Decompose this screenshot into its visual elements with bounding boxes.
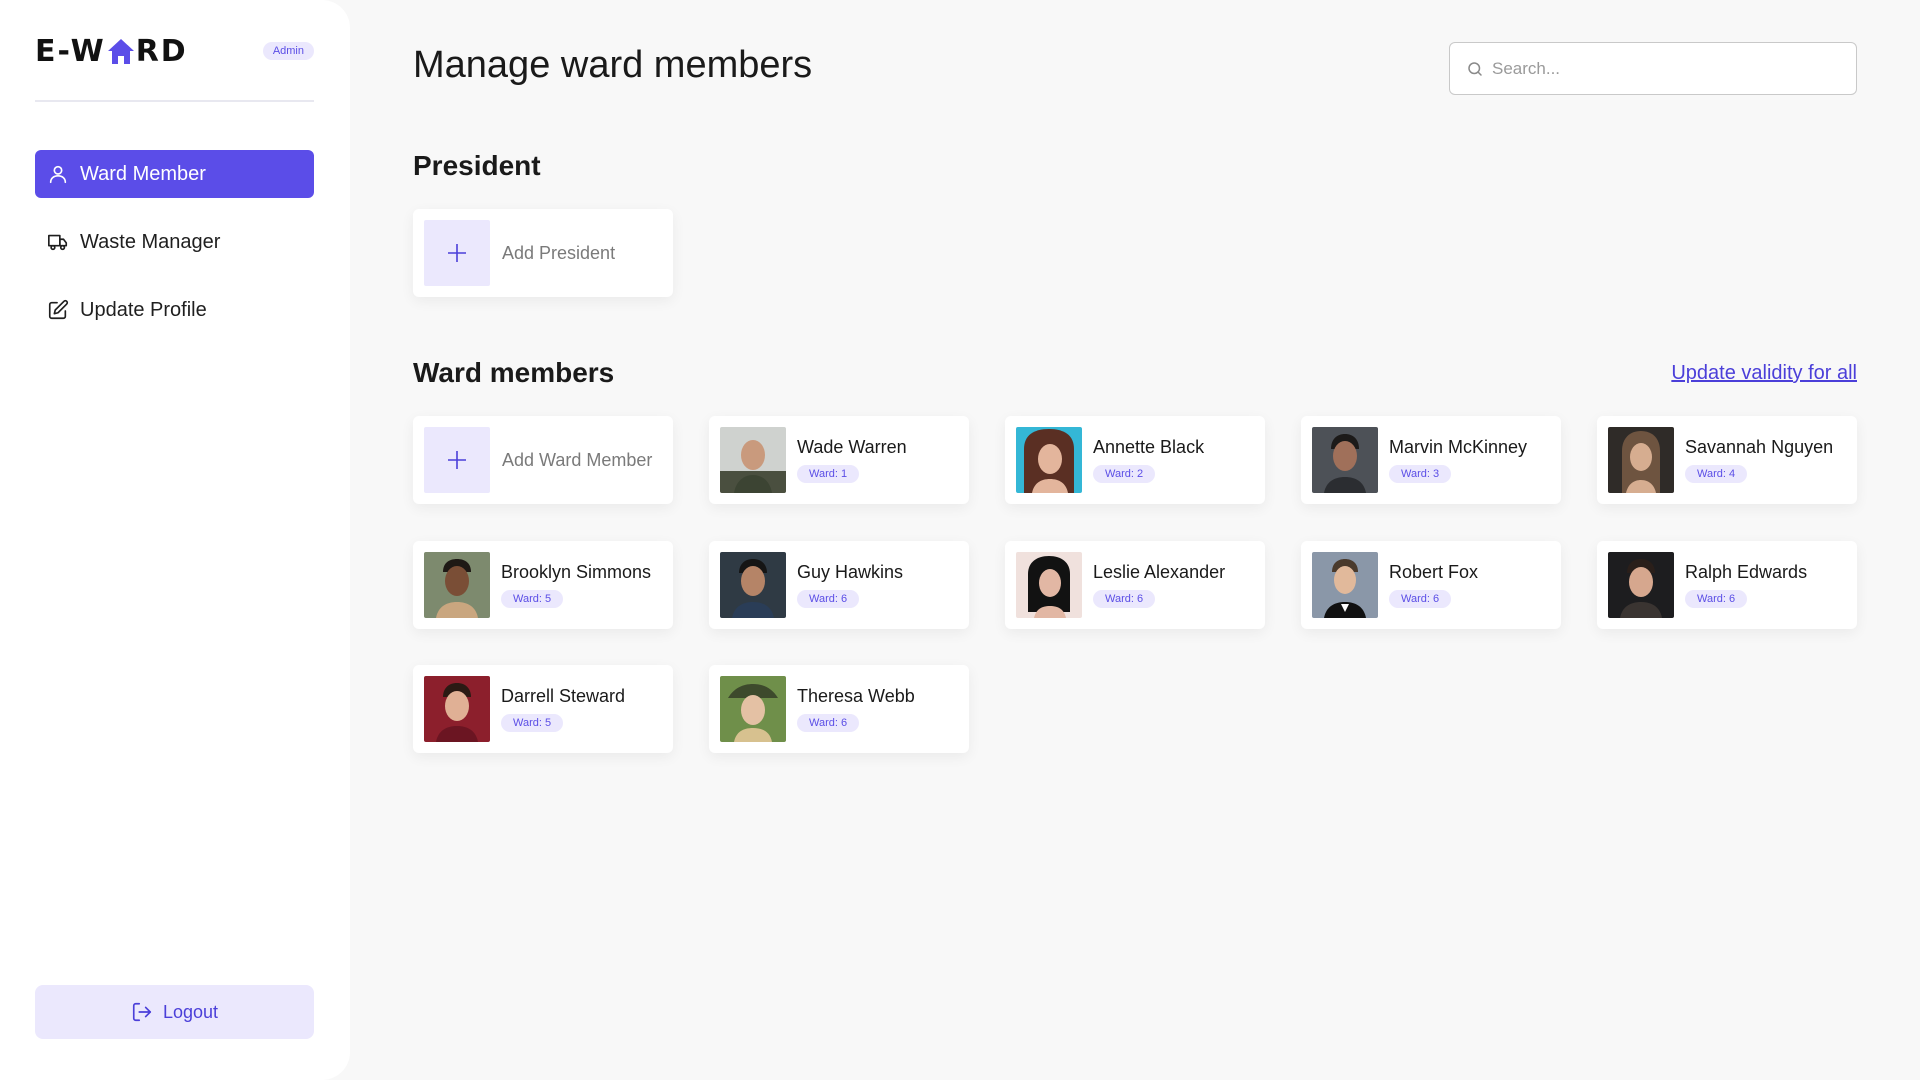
add-president-button[interactable]: Add President <box>413 209 673 297</box>
sidebar-item-waste-manager[interactable]: Waste Manager <box>35 218 314 266</box>
sidebar-nav: Ward Member Waste Manager Update Profile <box>35 150 314 354</box>
member-card[interactable]: Wade Warren Ward: 1 <box>709 416 969 504</box>
avatar <box>720 427 786 493</box>
logo-row: E-W RD Admin <box>35 30 314 72</box>
ward-badge: Ward: 4 <box>1685 465 1748 483</box>
member-card[interactable]: Ralph Edwards Ward: 6 <box>1597 541 1857 629</box>
add-ward-member-button[interactable]: Add Ward Member <box>413 416 673 504</box>
add-ward-member-label: Add Ward Member <box>502 449 653 470</box>
ward-badge: Ward: 2 <box>1093 465 1156 483</box>
member-name: Ralph Edwards <box>1685 562 1808 582</box>
member-name: Leslie Alexander <box>1093 562 1226 582</box>
search-box[interactable] <box>1449 42 1857 95</box>
ward-members-section-title: Ward members <box>413 357 615 388</box>
ward-badge: Ward: 1 <box>797 465 860 483</box>
ward-badge: Ward: 6 <box>1093 590 1156 608</box>
member-name: Marvin McKinney <box>1389 437 1528 457</box>
logo-text-left: E-W <box>35 33 106 69</box>
member-card[interactable]: Brooklyn Simmons Ward: 5 <box>413 541 673 629</box>
avatar <box>720 676 786 742</box>
member-card[interactable]: Darrell Steward Ward: 5 <box>413 665 673 753</box>
sidebar-item-update-profile[interactable]: Update Profile <box>35 286 314 334</box>
ward-badge: Ward: 5 <box>501 590 564 608</box>
avatar <box>720 552 786 618</box>
member-name: Savannah Nguyen <box>1685 437 1834 457</box>
member-name: Brooklyn Simmons <box>501 562 652 582</box>
plus-icon <box>424 220 490 286</box>
member-name: Robert Fox <box>1389 562 1479 582</box>
avatar <box>424 676 490 742</box>
ward-badge: Ward: 6 <box>797 590 860 608</box>
sidebar-item-label: Waste Manager <box>80 230 221 253</box>
sidebar-item-label: Ward Member <box>80 162 206 185</box>
logout-icon <box>131 1001 153 1023</box>
sidebar: E-W RD Admin Ward Member Waste Manager U <box>0 0 350 1080</box>
update-validity-link[interactable]: Update validity for all <box>1671 362 1857 385</box>
logout-button[interactable]: Logout <box>35 985 314 1039</box>
ward-badge: Ward: 6 <box>797 714 860 732</box>
avatar <box>1608 427 1674 493</box>
app-logo[interactable]: E-W RD <box>35 34 188 69</box>
member-card[interactable]: Robert Fox Ward: 6 <box>1301 541 1561 629</box>
avatar <box>1016 552 1082 618</box>
avatar <box>1016 427 1082 493</box>
logout-label: Logout <box>162 1001 219 1022</box>
truck-icon <box>47 231 69 253</box>
president-section-title: President <box>413 150 541 181</box>
user-icon <box>47 163 69 185</box>
avatar <box>1312 427 1378 493</box>
divider <box>35 100 314 102</box>
member-card[interactable]: Marvin McKinney Ward: 3 <box>1301 416 1561 504</box>
member-name: Guy Hawkins <box>797 562 904 582</box>
ward-badge: Ward: 6 <box>1389 590 1452 608</box>
member-card[interactable]: Theresa Webb Ward: 6 <box>709 665 969 753</box>
logo-text-right: RD <box>135 33 188 69</box>
role-badge: Admin <box>262 42 314 60</box>
avatar <box>1312 552 1378 618</box>
member-card[interactable]: Leslie Alexander Ward: 6 <box>1005 541 1265 629</box>
member-name: Darrell Steward <box>501 686 626 706</box>
house-icon <box>107 37 135 65</box>
ward-badge: Ward: 6 <box>1685 590 1748 608</box>
page-title: Manage ward members <box>413 44 813 86</box>
member-card[interactable]: Annette Black Ward: 2 <box>1005 416 1265 504</box>
sidebar-item-ward-member[interactable]: Ward Member <box>35 150 314 198</box>
sidebar-item-label: Update Profile <box>80 298 207 321</box>
plus-icon <box>424 427 490 493</box>
member-name: Annette Black <box>1093 437 1205 457</box>
avatar <box>424 552 490 618</box>
member-card[interactable]: Guy Hawkins Ward: 6 <box>709 541 969 629</box>
ward-badge: Ward: 5 <box>501 714 564 732</box>
search-input[interactable] <box>1492 58 1852 79</box>
member-card[interactable]: Savannah Nguyen Ward: 4 <box>1597 416 1857 504</box>
search-icon <box>1466 60 1484 78</box>
edit-icon <box>47 299 69 321</box>
member-name: Wade Warren <box>797 437 907 457</box>
member-name: Theresa Webb <box>797 686 915 706</box>
avatar <box>1608 552 1674 618</box>
ward-badge: Ward: 3 <box>1389 465 1452 483</box>
add-president-label: Add President <box>502 242 616 263</box>
